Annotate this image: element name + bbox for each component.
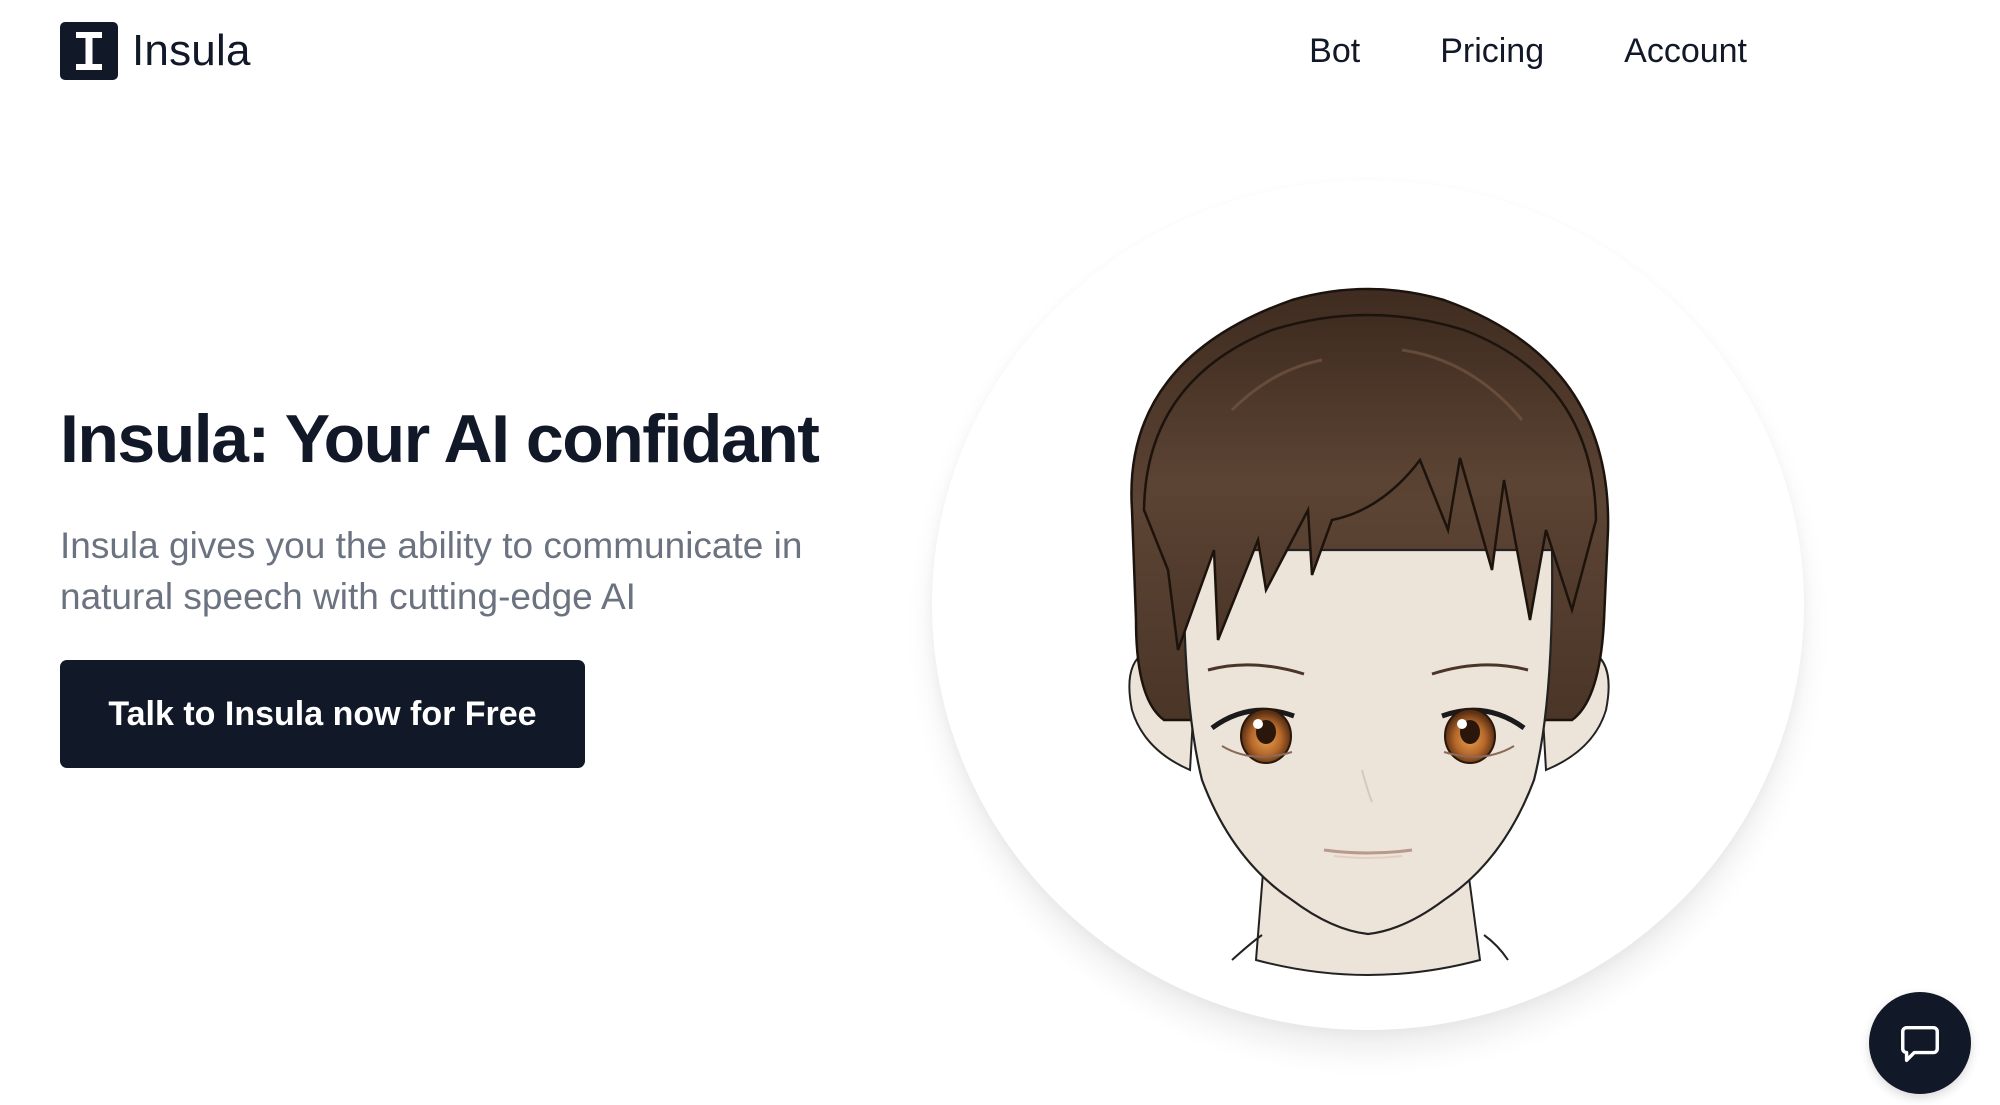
nav-link-account[interactable]: Account [1624, 28, 1747, 74]
main-nav: Bot Pricing Account [1309, 28, 1747, 74]
nav-link-bot[interactable]: Bot [1309, 28, 1360, 74]
chat-launcher-button[interactable] [1869, 992, 1971, 1094]
logo-mark-icon [60, 22, 118, 80]
hero-subtitle: Insula gives you the ability to communic… [60, 525, 803, 617]
nav-link-pricing[interactable]: Pricing [1440, 28, 1544, 74]
brand-logo[interactable]: Insula [60, 22, 251, 80]
hero-title: Insula: Your AI confidant [60, 401, 820, 477]
avatar-container [932, 180, 1804, 1030]
anime-avatar-face-icon [1128, 287, 1610, 976]
landing-page: Insula Bot Pricing Account Insula: Your … [0, 0, 2000, 1105]
brand-name: Insula [132, 26, 251, 75]
chat-bubble-icon [1901, 1025, 1939, 1062]
talk-to-insula-button[interactable]: Talk to Insula now for Free [60, 660, 585, 768]
